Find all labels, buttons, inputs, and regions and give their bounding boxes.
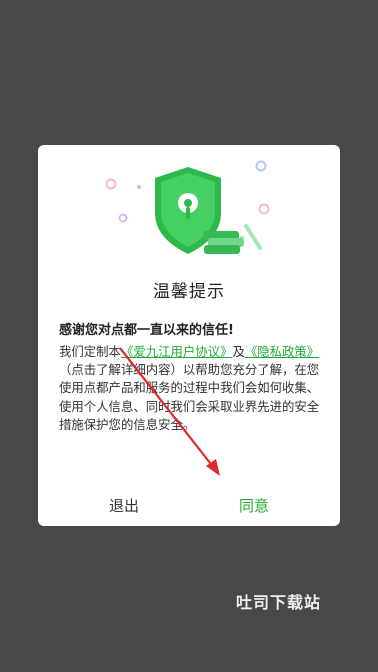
- body-text-2: 及: [232, 344, 245, 359]
- shield-lock-icon: [105, 160, 270, 254]
- dialog-title: 温馨提示: [153, 282, 225, 302]
- watermark-text: 吐司下载站: [236, 593, 322, 612]
- body-text-3: （点击了解详细内容）以帮助您充分了解，在您使用点都产品和服务的过程中我们会如何收…: [59, 362, 320, 432]
- exit-button[interactable]: 退出: [54, 495, 194, 516]
- privacy-dialog: 温馨提示 感谢您对点都一直以来的信任! 我们定制本《爱九江用户协议》及《隐私政策…: [38, 145, 340, 526]
- agree-button[interactable]: 同意: [184, 495, 324, 516]
- dialog-subtitle: 感谢您对点都一直以来的信任!: [59, 323, 234, 338]
- body-text-1: 我们定制本: [59, 344, 121, 359]
- user-agreement-link[interactable]: 《爱九江用户协议》: [121, 344, 233, 359]
- privacy-policy-link[interactable]: 《隐私政策》: [245, 344, 319, 359]
- dialog-body: 我们定制本《爱九江用户协议》及《隐私政策》 （点击了解详细内容）以帮助您充分了解，…: [59, 343, 321, 434]
